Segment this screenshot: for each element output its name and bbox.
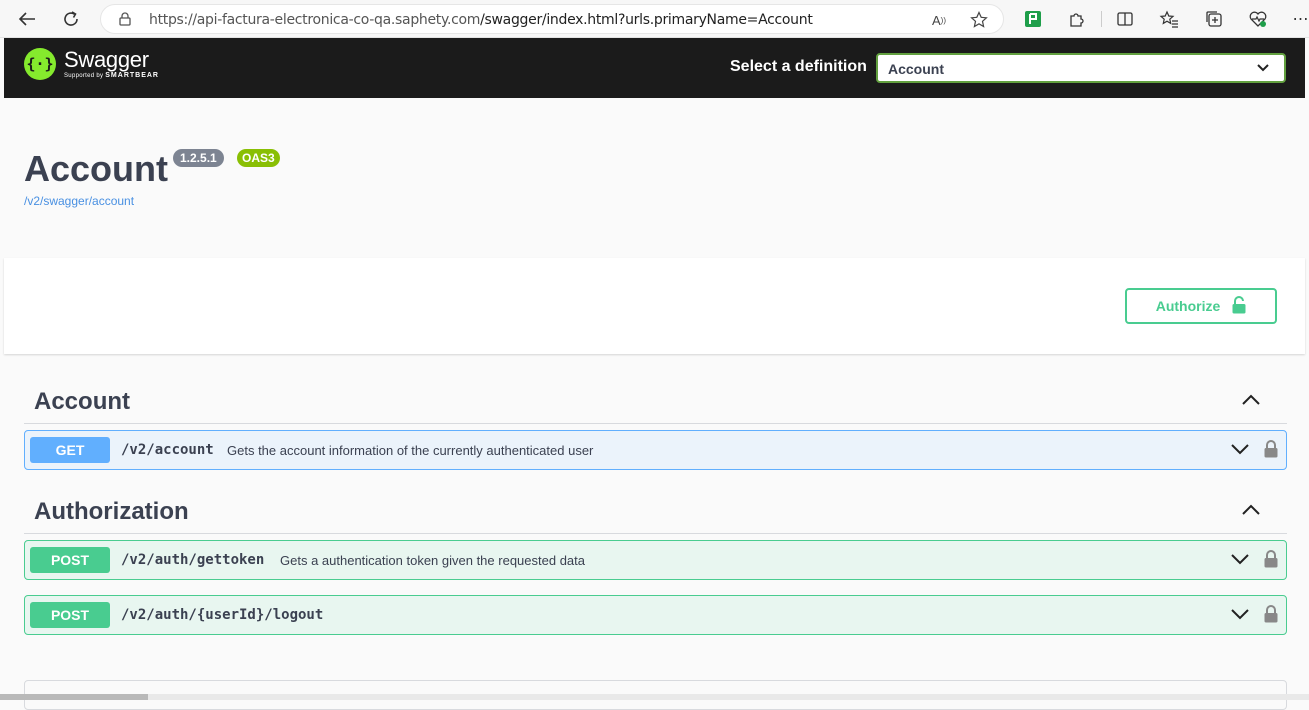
definition-select[interactable]: Account bbox=[876, 53, 1286, 83]
lock-icon[interactable] bbox=[119, 12, 131, 31]
tag-name: Authorization bbox=[34, 498, 189, 525]
extension-green-icon[interactable] bbox=[1022, 8, 1044, 30]
chevron-down-icon bbox=[1256, 60, 1270, 81]
spec-link[interactable]: /v2/swagger/account bbox=[24, 194, 134, 208]
version-badge: 1.2.5.1 bbox=[173, 149, 224, 167]
url-path: /swagger/index.html?urls.primaryName=Acc… bbox=[480, 12, 813, 28]
swagger-logo-icon: {·} bbox=[24, 48, 56, 80]
lock-icon[interactable] bbox=[1264, 605, 1278, 628]
split-screen-icon[interactable] bbox=[1114, 8, 1136, 30]
lock-icon[interactable] bbox=[1264, 550, 1278, 573]
select-definition-label: Select a definition bbox=[730, 58, 867, 75]
toolbar-divider bbox=[1101, 11, 1102, 27]
health-icon[interactable] bbox=[1247, 8, 1269, 30]
refresh-icon[interactable] bbox=[58, 7, 84, 31]
opblock-post-gettoken[interactable]: POST /v2/auth/gettoken Gets a authentica… bbox=[24, 540, 1287, 580]
horizontal-scrollbar[interactable] bbox=[0, 694, 1309, 700]
back-icon[interactable] bbox=[14, 7, 40, 31]
address-bar[interactable]: https://api-factura-electronica-co-qa.sa… bbox=[100, 4, 1004, 34]
operation-path: /v2/auth/{userId}/logout bbox=[121, 607, 324, 623]
more-icon[interactable]: ⋯ bbox=[1290, 8, 1309, 30]
info-section: Account 1.2.5.1 OAS3 /v2/swagger/account bbox=[4, 98, 1305, 258]
opblock-post-logout[interactable]: POST /v2/auth/{userId}/logout bbox=[24, 595, 1287, 635]
swagger-logo[interactable]: {·} Swagger Supported by SMARTBEAR bbox=[24, 48, 159, 80]
unlocked-icon bbox=[1232, 295, 1246, 317]
method-badge: POST bbox=[30, 547, 110, 573]
favorite-star-icon[interactable] bbox=[969, 11, 989, 29]
definition-select-value: Account bbox=[888, 61, 944, 77]
favorites-icon[interactable] bbox=[1158, 8, 1180, 30]
oas-badge: OAS3 bbox=[237, 149, 280, 167]
chevron-down-icon[interactable] bbox=[1230, 607, 1250, 626]
tag-header-authorization[interactable]: Authorization bbox=[24, 488, 1287, 534]
scheme-container: Authorize bbox=[4, 258, 1305, 354]
logo-name: Swagger bbox=[64, 47, 149, 72]
method-badge: GET bbox=[30, 437, 110, 463]
operation-path: /v2/account bbox=[121, 442, 214, 458]
browser-toolbar: https://api-factura-electronica-co-qa.sa… bbox=[0, 0, 1309, 38]
collections-icon[interactable] bbox=[1203, 8, 1225, 30]
extensions-puzzle-icon[interactable] bbox=[1066, 8, 1088, 30]
tag-header-account[interactable]: Account bbox=[24, 378, 1287, 424]
chevron-down-icon[interactable] bbox=[1230, 552, 1250, 571]
lock-icon[interactable] bbox=[1264, 440, 1278, 463]
logo-sub-prefix: Supported by bbox=[64, 73, 104, 79]
operation-path: /v2/auth/gettoken bbox=[121, 552, 265, 568]
chevron-up-icon[interactable] bbox=[1241, 503, 1261, 522]
tag-name: Account bbox=[34, 388, 130, 415]
url-host: https://api-factura-electronica-co-qa.sa… bbox=[149, 12, 481, 28]
url-text[interactable]: https://api-factura-electronica-co-qa.sa… bbox=[149, 12, 813, 28]
logo-sub: Supported by SMARTBEAR bbox=[64, 72, 159, 79]
chevron-up-icon[interactable] bbox=[1241, 393, 1261, 412]
authorize-button[interactable]: Authorize bbox=[1125, 288, 1277, 324]
read-aloud-icon[interactable]: A)) bbox=[929, 11, 949, 29]
opblock-get-account[interactable]: GET /v2/account Gets the account informa… bbox=[24, 430, 1287, 470]
page-title: Account bbox=[24, 148, 168, 189]
method-badge: POST bbox=[30, 602, 110, 628]
logo-sub-brand: SMARTBEAR bbox=[105, 72, 159, 79]
chevron-down-icon[interactable] bbox=[1230, 442, 1250, 461]
swagger-topbar: {·} Swagger Supported by SMARTBEAR Selec… bbox=[4, 38, 1305, 98]
authorize-label: Authorize bbox=[1155, 298, 1221, 314]
operation-summary: Gets a authentication token given the re… bbox=[280, 553, 585, 568]
operation-summary: Gets the account information of the curr… bbox=[227, 443, 594, 458]
scrollbar-thumb[interactable] bbox=[0, 694, 148, 700]
